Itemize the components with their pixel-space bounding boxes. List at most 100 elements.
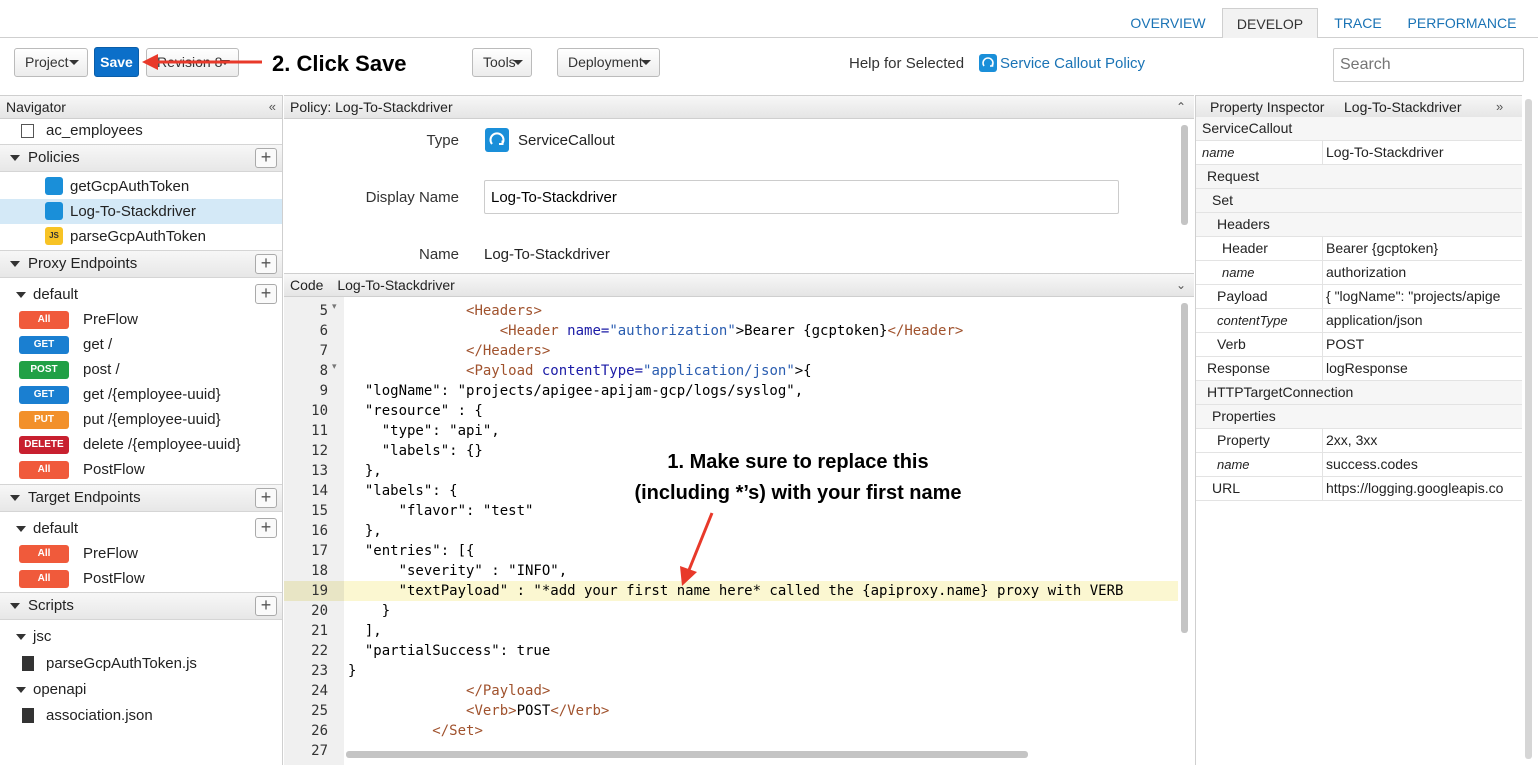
- tab-trace[interactable]: TRACE: [1325, 8, 1391, 38]
- flow-item[interactable]: All PostFlow: [0, 566, 282, 591]
- pi-row[interactable]: Request: [1196, 165, 1522, 189]
- pi-row[interactable]: name success.codes: [1196, 453, 1522, 477]
- section-label: Proxy Endpoints: [28, 255, 138, 272]
- policy-item-log-to-stackdriver[interactable]: Log-To-Stackdriver: [0, 199, 282, 224]
- save-button[interactable]: Save: [94, 47, 139, 77]
- pi-row[interactable]: Payload{ "logName": "projects/apige: [1196, 285, 1522, 309]
- flow-item[interactable]: POST post /: [0, 357, 282, 382]
- pi-row[interactable]: Verb POST: [1196, 333, 1522, 357]
- pi-row[interactable]: Response logResponse: [1196, 357, 1522, 381]
- line-number: 5: [319, 303, 328, 319]
- file-item[interactable]: parseGcpAuthToken.js: [0, 651, 282, 676]
- fold-icon[interactable]: ▾: [332, 361, 337, 372]
- add-script-button[interactable]: +: [255, 596, 277, 616]
- flow-item[interactable]: All PreFlow: [0, 541, 282, 566]
- target-default-endpoint[interactable]: default +: [0, 516, 282, 541]
- code-horizontal-scrollbar[interactable]: [346, 751, 1028, 758]
- navigator-title: Navigator: [6, 99, 66, 115]
- chevron-down-icon: [513, 60, 523, 65]
- project-menu-button[interactable]: Project: [14, 48, 88, 77]
- fold-icon[interactable]: ▾: [332, 301, 337, 312]
- collapse-icon[interactable]: «: [269, 96, 276, 118]
- deployment-menu-button[interactable]: Deployment: [557, 48, 660, 77]
- tab-develop[interactable]: DEVELOP: [1222, 8, 1318, 38]
- pi-key: Property: [1196, 429, 1323, 452]
- proxy-default-endpoint[interactable]: default +: [0, 282, 282, 307]
- add-proxy-endpoint-button[interactable]: +: [255, 254, 277, 274]
- pi-row[interactable]: Property 2xx, 3xx: [1196, 429, 1522, 453]
- folder-jsc[interactable]: jsc: [0, 624, 282, 649]
- file-item[interactable]: association.json: [0, 703, 282, 728]
- pi-row[interactable]: Header Bearer {gcptoken}: [1196, 237, 1522, 261]
- pi-value: application/json: [1326, 312, 1423, 328]
- flow-item[interactable]: All PreFlow: [0, 307, 282, 332]
- code-line-textpayload[interactable]: "textPayload" : "*add your first name he…: [348, 581, 1178, 601]
- flow-item[interactable]: GET get /: [0, 332, 282, 357]
- nav-item-proxy[interactable]: ac_employees: [0, 118, 282, 143]
- verb-badge: All: [19, 570, 69, 588]
- nav-section-target-endpoints[interactable]: Target Endpoints +: [0, 484, 282, 512]
- section-label: Scripts: [28, 597, 74, 614]
- line-number: 13: [311, 463, 328, 479]
- inspector-scrollbar[interactable]: [1525, 99, 1532, 759]
- add-policy-button[interactable]: +: [255, 148, 277, 168]
- pi-group-label: Properties: [1196, 405, 1522, 428]
- expand-triangle-icon: [10, 495, 20, 501]
- annotation-click-save: 2. Click Save: [272, 51, 407, 76]
- add-target-endpoint-button[interactable]: +: [255, 488, 277, 508]
- pi-value: Bearer {gcptoken}: [1326, 240, 1439, 256]
- expand-triangle-icon: [10, 261, 20, 267]
- flow-item[interactable]: DELETE delete /{employee-uuid}: [0, 432, 282, 457]
- pi-row[interactable]: ServiceCallout: [1196, 117, 1522, 141]
- policy-item-getgcpauthtoken[interactable]: getGcpAuthToken: [0, 174, 282, 199]
- nav-section-scripts[interactable]: Scripts +: [0, 592, 282, 620]
- line-number: 15: [311, 503, 328, 519]
- top-tab-bar: OVERVIEW DEVELOP TRACE PERFORMANCE: [0, 0, 1538, 38]
- flow-label: PreFlow: [83, 311, 139, 328]
- expand-down-icon[interactable]: ⌄: [1176, 274, 1186, 296]
- apigee-proxy-editor: OVERVIEW DEVELOP TRACE PERFORMANCE Proje…: [0, 0, 1538, 765]
- policy-header: Policy: Log-To-Stackdriver ⌃: [284, 95, 1194, 119]
- policy-label: Log-To-Stackdriver: [70, 203, 196, 220]
- pi-key: name: [1196, 141, 1323, 164]
- pi-row[interactable]: Properties: [1196, 405, 1522, 429]
- pi-row[interactable]: name authorization: [1196, 261, 1522, 285]
- display-name-input[interactable]: [484, 180, 1119, 214]
- tools-menu-button[interactable]: Tools: [472, 48, 532, 77]
- line-number: 9: [319, 383, 328, 399]
- nav-section-proxy-endpoints[interactable]: Proxy Endpoints +: [0, 250, 282, 278]
- code-line: "severity" : "INFO",: [348, 563, 568, 579]
- pi-row[interactable]: HTTPTargetConnection: [1196, 381, 1522, 405]
- pi-group-label: HTTPTargetConnection: [1196, 381, 1522, 404]
- flow-item[interactable]: PUT put /{employee-uuid}: [0, 407, 282, 432]
- tab-performance[interactable]: PERFORMANCE: [1400, 8, 1524, 38]
- code-line: }: [348, 663, 357, 679]
- pi-value: POST: [1326, 336, 1365, 352]
- tab-overview[interactable]: OVERVIEW: [1120, 8, 1216, 38]
- code-line: "resource" : {: [348, 403, 483, 419]
- chevron-down-icon: [641, 60, 651, 65]
- flow-item[interactable]: GET get /{employee-uuid}: [0, 382, 282, 407]
- expand-triangle-icon: [16, 687, 26, 693]
- policy-details-panel: Policy: Log-To-Stackdriver ⌃ Type Servic…: [284, 95, 1194, 273]
- endpoint-label: default: [33, 520, 79, 537]
- expand-icon[interactable]: »: [1496, 96, 1503, 118]
- collapse-up-icon[interactable]: ⌃: [1176, 96, 1186, 118]
- line-number: 16: [311, 523, 328, 539]
- pi-row[interactable]: Headers: [1196, 213, 1522, 237]
- search-input[interactable]: [1333, 48, 1524, 82]
- nav-section-policies[interactable]: Policies +: [0, 144, 282, 172]
- code-vertical-scrollbar[interactable]: [1181, 303, 1188, 633]
- pi-row[interactable]: Set: [1196, 189, 1522, 213]
- policy-item-parsegcpauthtoken[interactable]: JS parseGcpAuthToken: [0, 224, 282, 249]
- deployment-label: Deployment: [568, 54, 643, 70]
- policy-scrollbar[interactable]: [1181, 125, 1188, 225]
- pi-row[interactable]: URL https://logging.googleapis.co: [1196, 477, 1522, 501]
- service-callout-policy-help-link[interactable]: Service Callout Policy: [1000, 55, 1145, 72]
- folder-openapi[interactable]: openapi: [0, 677, 282, 702]
- flow-item[interactable]: All PostFlow: [0, 457, 282, 482]
- pi-row[interactable]: name Log-To-Stackdriver: [1196, 141, 1522, 165]
- pi-row[interactable]: contentType application/json: [1196, 309, 1522, 333]
- add-flow-button[interactable]: +: [255, 284, 277, 304]
- add-flow-button[interactable]: +: [255, 518, 277, 538]
